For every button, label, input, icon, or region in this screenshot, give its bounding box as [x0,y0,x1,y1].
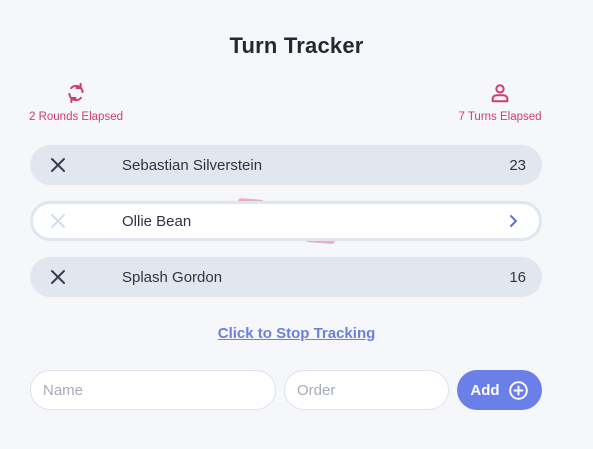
person-icon [491,84,509,103]
refresh-icon [68,82,84,104]
list-item[interactable]: Sebastian Silverstein 23 [30,145,542,185]
order-input[interactable] [284,370,449,410]
close-icon[interactable] [48,267,68,287]
chevron-right-icon [506,214,520,228]
participant-order: 23 [509,156,526,174]
list-item-active[interactable]: Ollie Bean [30,201,542,241]
plus-circle-icon [508,380,528,400]
stop-tracking-link[interactable]: Click to Stop Tracking [0,325,593,342]
rounds-stat: 2 Rounds Elapsed [28,82,124,123]
add-button-label: Add [470,381,500,399]
participant-name: Ollie Bean [122,212,192,230]
participant-order: 16 [509,268,526,286]
participant-name: Splash Gordon [122,268,223,286]
add-button[interactable]: Add [457,370,542,410]
list-item[interactable]: Splash Gordon 16 [30,257,542,297]
close-icon[interactable] [48,211,68,231]
close-icon[interactable] [48,155,68,175]
turns-elapsed-label: 7 Turns Elapsed [458,111,542,123]
page-title: Turn Tracker [229,33,364,58]
participant-name: Sebastian Silverstein [122,156,263,174]
rounds-elapsed-label: 2 Rounds Elapsed [29,111,123,123]
turns-stat: 7 Turns Elapsed [456,82,544,123]
name-input[interactable] [30,370,276,410]
